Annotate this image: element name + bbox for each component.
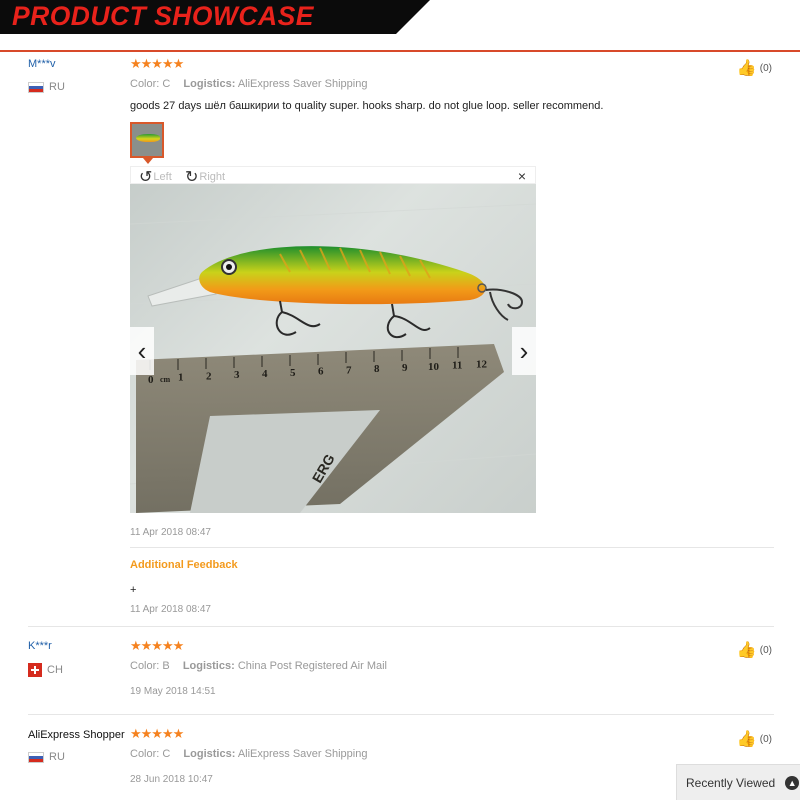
country-code: RU — [49, 751, 65, 763]
viewer-toolbar: ↺ Left ↻ Right × — [130, 166, 536, 186]
close-icon[interactable]: × — [518, 168, 526, 184]
ruler-number: 2 — [206, 370, 212, 382]
color-value: C — [162, 78, 171, 90]
logistics-value: AliExpress Saver Shipping — [237, 78, 368, 90]
country-code: CH — [47, 664, 63, 676]
previous-image-button[interactable]: ‹ — [130, 327, 154, 375]
review-date: 11 Apr 2018 08:47 — [130, 527, 211, 538]
review-divider — [28, 626, 774, 627]
flag-ch-icon — [28, 663, 42, 677]
review-text: goods 27 days шёл башкирии to quality su… — [130, 100, 604, 112]
like-count: (0) — [759, 62, 772, 74]
star-rating: ★★★★★ — [130, 726, 184, 741]
ruler-number: 5 — [290, 367, 296, 379]
thumbnail-pointer — [143, 158, 153, 164]
review-meta: Color: B Logistics: China Post Registere… — [130, 660, 397, 672]
flag-ru-icon — [28, 751, 44, 763]
like-count: (0) — [759, 644, 772, 656]
color-label: Color: — [130, 660, 160, 672]
reviewer-name[interactable]: K***r — [28, 640, 52, 652]
ruler-number: 6 — [318, 366, 324, 378]
lure-thumbnail-image — [136, 134, 160, 142]
recently-viewed-label: Recently Viewed — [686, 775, 776, 790]
ruler-number: 3 — [234, 369, 240, 381]
review-meta: Color: C Logistics: AliExpress Saver Shi… — [130, 78, 377, 90]
like-button[interactable]: 👍 (0) — [737, 640, 772, 660]
reviewer-country: RU — [28, 81, 65, 93]
header-banner: PRODUCT SHOWCASE — [0, 0, 800, 52]
logistics-label: Logistics: — [182, 660, 235, 672]
ruler-number: 10 — [428, 361, 440, 373]
like-button[interactable]: 👍 (0) — [737, 58, 772, 78]
like-button[interactable]: 👍 (0) — [737, 729, 772, 749]
reviewer-name[interactable]: M***v — [28, 58, 56, 70]
logistics-label: Logistics: — [183, 748, 236, 760]
rotate-left-label: Left — [153, 171, 172, 183]
chevron-up-icon: ▲ — [785, 775, 800, 790]
divider — [130, 547, 774, 548]
ruler-number: 11 — [452, 360, 462, 372]
additional-feedback-title: Additional Feedback — [130, 559, 238, 571]
color-value: B — [162, 660, 170, 672]
logistics-label: Logistics: — [183, 78, 236, 90]
star-rating: ★★★★★ — [130, 638, 184, 653]
ruler-number: 0 — [148, 374, 154, 386]
ruler-number: 7 — [346, 364, 352, 376]
color-label: Color: — [130, 78, 160, 90]
review-date: 28 Jun 2018 10:47 — [130, 774, 213, 785]
review-meta: Color: C Logistics: AliExpress Saver Shi… — [130, 748, 377, 760]
review-date: 19 May 2018 14:51 — [130, 686, 216, 697]
reviewer-country: RU — [28, 751, 65, 763]
additional-feedback-text: + — [130, 584, 137, 596]
like-count: (0) — [759, 733, 772, 745]
chevron-right-icon: › — [519, 335, 529, 366]
thumbs-up-icon: 👍 — [736, 642, 757, 659]
ruler-number: 8 — [374, 363, 380, 375]
fishing-lure-photo: 0 cm 1 2 3 4 5 6 7 8 9 10 11 12 ERG — [130, 203, 536, 513]
ruler-number: 1 — [178, 372, 184, 384]
photo-viewer: ↺ Left ↻ Right × 0 cm 1 2 3 4 5 6 7 8 9 … — [130, 166, 536, 513]
reviewer-name: AliExpress Shopper — [28, 729, 125, 741]
next-image-button[interactable]: › — [512, 327, 536, 375]
review-photo: 0 cm 1 2 3 4 5 6 7 8 9 10 11 12 ERG ‹ › — [130, 184, 536, 513]
ruler-number: cm — [160, 375, 171, 384]
ruler-number: 12 — [476, 358, 488, 370]
review-divider — [28, 714, 774, 715]
chevron-left-icon: ‹ — [137, 335, 147, 366]
recently-viewed-button[interactable]: Recently Viewed ▲ — [676, 764, 800, 800]
logistics-value: China Post Registered Air Mail — [237, 660, 388, 672]
thumbs-up-icon: 👍 — [736, 731, 757, 748]
rotate-right-label: Right — [199, 171, 226, 183]
additional-feedback-date: 11 Apr 2018 08:47 — [130, 604, 211, 615]
reviewer-country: CH — [28, 663, 63, 677]
ruler-number: 4 — [262, 368, 268, 380]
header-divider — [0, 50, 800, 52]
review-photo-thumbnail[interactable] — [130, 122, 164, 158]
logistics-value: AliExpress Saver Shipping — [237, 748, 368, 760]
ruler-number: 9 — [402, 362, 408, 374]
flag-ru-icon — [28, 81, 44, 93]
color-value: C — [162, 748, 171, 760]
page-title: PRODUCT SHOWCASE — [12, 1, 314, 31]
color-label: Color: — [130, 748, 160, 760]
thumbs-up-icon: 👍 — [736, 60, 757, 77]
star-rating: ★★★★★ — [130, 56, 184, 71]
country-code: RU — [49, 81, 65, 93]
